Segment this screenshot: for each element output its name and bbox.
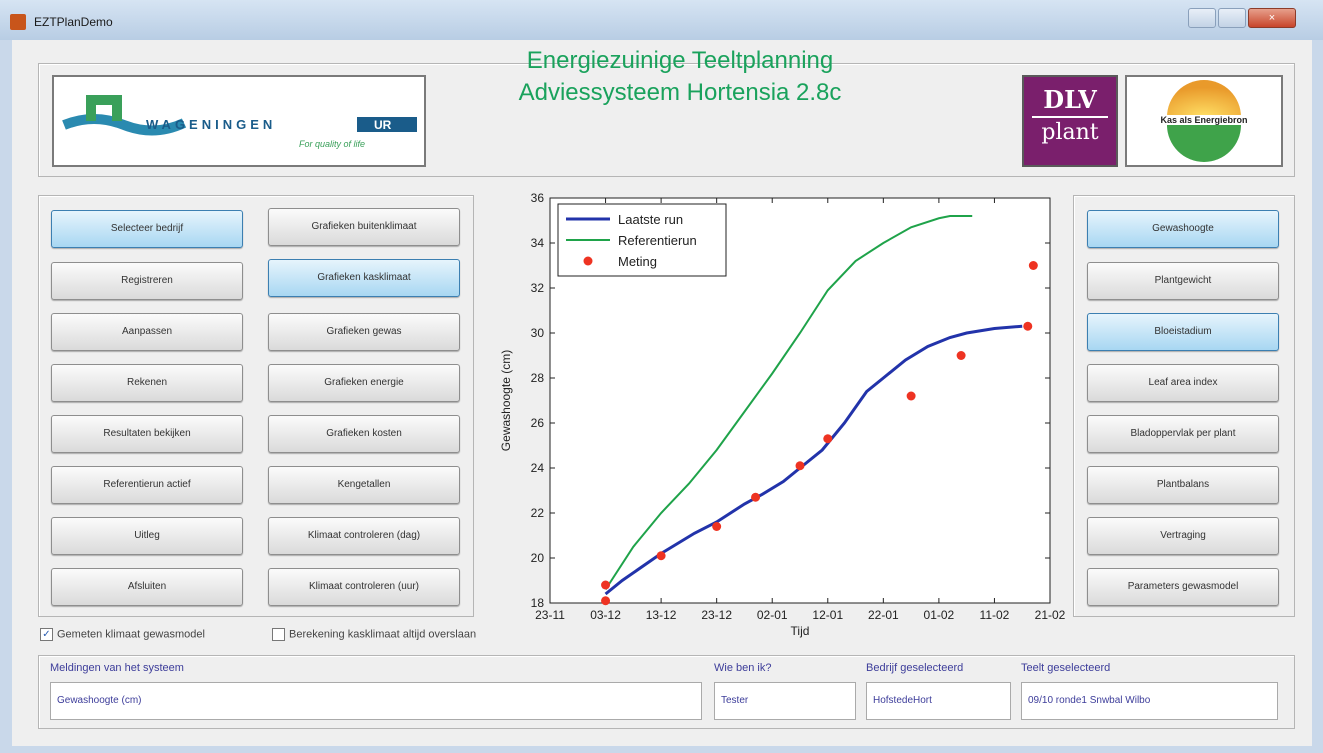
window-title: EZTPlanDemo xyxy=(34,15,113,29)
uitleg-button[interactable]: Uitleg xyxy=(51,517,243,555)
wur-logo-ur: UR xyxy=(374,118,392,132)
registreren-button[interactable]: Registreren xyxy=(51,262,243,300)
legend-label-meting: Meting xyxy=(618,254,657,269)
grafieken-buitenklimaat-button[interactable]: Grafieken buitenklimaat xyxy=(268,208,460,246)
x-tick-label: 11-02 xyxy=(980,608,1010,622)
y-tick-label: 36 xyxy=(531,191,545,205)
y-tick-label: 20 xyxy=(531,551,545,565)
meting-point xyxy=(906,391,916,401)
wur-tagline: For quality of life xyxy=(299,139,365,149)
grafieken-kasklimaat-button[interactable]: Grafieken kasklimaat xyxy=(268,259,460,297)
klimaat-controleren-uur-button[interactable]: Klimaat controleren (uur) xyxy=(268,568,460,606)
y-tick-label: 28 xyxy=(531,371,545,385)
gewashoogte-chart: 18 20 22 24 26 28 30 32 34 36 23-11 03-12 13-12 23-12… xyxy=(490,183,1080,653)
kas-logo-graphic: Kas als Energiebron xyxy=(1129,80,1279,162)
x-tick-label: 02-01 xyxy=(757,608,788,622)
wie-ben-ik-field: Tester xyxy=(714,682,856,720)
berekening-overslaan-checkbox-row[interactable]: Berekening kasklimaat altijd overslaan xyxy=(272,628,476,641)
dlv-logo-bottom: plant xyxy=(1041,120,1099,145)
plantbalans-button[interactable]: Plantbalans xyxy=(1087,466,1279,504)
vertraging-button[interactable]: Vertraging xyxy=(1087,517,1279,555)
rekenen-button[interactable]: Rekenen xyxy=(51,364,243,402)
meting-point xyxy=(795,461,805,471)
x-axis-label: Tijd xyxy=(791,624,810,638)
minimize-button[interactable] xyxy=(1188,8,1216,28)
leaf-area-index-button[interactable]: Leaf area index xyxy=(1087,364,1279,402)
x-tick-label: 12-01 xyxy=(812,608,843,622)
bedrijf-geselecteerd-field: HofstedeHort xyxy=(866,682,1011,720)
x-tick-label: 22-01 xyxy=(868,608,899,622)
y-tick-label: 32 xyxy=(531,281,545,295)
meting-point xyxy=(956,351,966,360)
meldingen-field: Gewashoogte (cm) xyxy=(50,682,702,720)
x-tick-label: 13-12 xyxy=(646,608,677,622)
meldingen-label: Meldingen van het systeem xyxy=(50,662,184,674)
y-tick-label: 24 xyxy=(531,461,545,475)
meting-point xyxy=(601,596,611,606)
y-tick-label: 26 xyxy=(531,416,545,430)
window-titlebar: EZTPlanDemo × xyxy=(0,0,1323,40)
meting-point xyxy=(1028,261,1038,270)
x-tick-label: 23-12 xyxy=(701,608,732,622)
meting-point xyxy=(1023,321,1033,331)
grafieken-gewas-button[interactable]: Grafieken gewas xyxy=(268,313,460,351)
afsluiten-button[interactable]: Afsluiten xyxy=(51,568,243,606)
x-tick-label: 01-02 xyxy=(924,608,955,622)
kas-als-energiebron-logo: Kas als Energiebron xyxy=(1125,75,1283,167)
chart-svg: 1820222426283032343623-11 03-12 13-12 23-12… xyxy=(490,183,1080,653)
close-button[interactable]: × xyxy=(1248,8,1296,28)
grafieken-kosten-button[interactable]: Grafieken kosten xyxy=(268,415,460,453)
plantgewicht-button[interactable]: Plantgewicht xyxy=(1087,262,1279,300)
legend-label-laatste-run: Laatste run xyxy=(618,212,683,227)
teelt-geselecteerd-field: 09/10 ronde1 Snwbal Wilbo xyxy=(1021,682,1278,720)
kengetallen-button[interactable]: Kengetallen xyxy=(268,466,460,504)
aanpassen-button[interactable]: Aanpassen xyxy=(51,313,243,351)
parameters-gewasmodel-button[interactable]: Parameters gewasmodel xyxy=(1087,568,1279,606)
x-tick-label: 23-11 xyxy=(535,608,565,622)
gemeten-klimaat-checkbox[interactable]: ✓ xyxy=(40,628,53,641)
berekening-overslaan-checkbox[interactable] xyxy=(272,628,285,641)
grafieken-energie-button[interactable]: Grafieken energie xyxy=(268,364,460,402)
matlab-app-icon xyxy=(10,14,26,30)
wie-ben-ik-label: Wie ben ik? xyxy=(714,662,772,674)
berekening-overslaan-label: Berekening kasklimaat altijd overslaan xyxy=(289,628,477,641)
gemeten-klimaat-checkbox-row[interactable]: ✓ Gemeten klimaat gewasmodel xyxy=(40,628,205,641)
y-axis-label: Gewashoogte (cm) xyxy=(499,350,513,451)
x-tick-label: 03-12 xyxy=(590,608,621,622)
resultaten-bekijken-button[interactable]: Resultaten bekijken xyxy=(51,415,243,453)
dlv-logo-top: DLV xyxy=(1043,85,1097,114)
meting-point xyxy=(751,492,761,502)
wageningen-logo: WAGENINGEN UR For quality of life xyxy=(52,75,426,167)
meting-point xyxy=(712,522,722,531)
wageningen-logo-graphic: WAGENINGEN UR For quality of life xyxy=(62,95,417,149)
y-tick-label: 34 xyxy=(531,236,545,250)
gemeten-klimaat-label: Gemeten klimaat gewasmodel xyxy=(57,628,205,641)
application-title: Energiezuinige Teeltplanning Adviessyste… xyxy=(455,45,905,109)
dlv-plant-logo: DLV plant xyxy=(1022,75,1118,167)
bloeistadium-button[interactable]: Bloeistadium xyxy=(1087,313,1279,351)
legend-label-referentierun: Referentierun xyxy=(618,233,697,248)
teelt-geselecteerd-label: Teelt geselecteerd xyxy=(1021,662,1111,674)
bedrijf-geselecteerd-label: Bedrijf geselecteerd xyxy=(866,662,964,674)
bladoppervlak-per-plant-button[interactable]: Bladoppervlak per plant xyxy=(1087,415,1279,453)
klimaat-controleren-dag-button[interactable]: Klimaat controleren (dag) xyxy=(268,517,460,555)
title-line-2: Adviessysteem Hortensia 2.8c xyxy=(518,79,842,106)
gewashoogte-button[interactable]: Gewashoogte xyxy=(1087,210,1279,248)
maximize-button[interactable] xyxy=(1218,8,1246,28)
y-tick-label: 30 xyxy=(531,326,545,340)
wur-logo-wordmark: WAGENINGEN xyxy=(146,117,276,132)
meting-point xyxy=(601,580,611,590)
legend-swatch-meting xyxy=(583,256,593,266)
x-tick-label: 21-02 xyxy=(1035,608,1066,622)
meting-point xyxy=(823,434,833,444)
kas-logo-text: Kas als Energiebron xyxy=(1160,115,1247,125)
title-line-1: Energiezuinige Teeltplanning xyxy=(526,47,834,74)
meting-point xyxy=(656,551,666,561)
y-tick-label: 22 xyxy=(531,506,545,520)
referentierun-actief-button[interactable]: Referentierun actief xyxy=(51,466,243,504)
selecteer-bedrijf-button[interactable]: Selecteer bedrijf xyxy=(51,210,243,248)
